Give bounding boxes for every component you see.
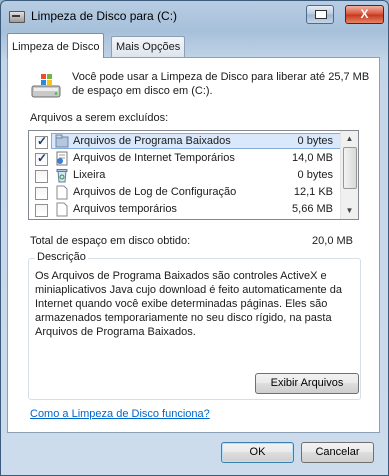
tab-panel: Você pode usar a Limpeza de Disco para l… [7,57,380,433]
list-item[interactable]: Arquivos de Log de Configuração 12,1 KB [29,184,341,201]
file-size: 14,0 MB [292,152,333,164]
disk-cleanup-window: Limpeza de Disco para (C:) X Limpeza de … [0,0,389,476]
scroll-up-icon[interactable]: ▲ [341,131,358,147]
file-name: Arquivos de Programa Baixados [73,135,231,147]
list-item[interactable]: Lixeira 0 bytes [29,167,341,184]
scroll-down-icon[interactable]: ▼ [341,203,358,219]
total-label: Total de espaço em disco obtido: [30,235,191,247]
checkbox[interactable] [35,134,48,149]
title-bar[interactable]: Limpeza de Disco para (C:) X [1,1,388,31]
file-size: 5,66 MB [292,203,333,215]
checkbox[interactable] [35,151,48,166]
file-name: Arquivos de Internet Temporários [73,152,235,164]
document-icon [56,185,68,200]
description-group: Descrição Os Arquivos de Programa Baixad… [28,251,361,400]
file-name: Arquivos temporários [73,203,177,215]
ok-button[interactable]: OK [221,442,294,463]
vertical-scrollbar[interactable]: ▲ ▼ [340,131,358,219]
file-size: 0 bytes [297,169,333,181]
help-icon [315,10,327,19]
files-label: Arquivos a serem excluídos: [30,112,169,124]
tab-limpeza-de-disco[interactable]: Limpeza de Disco [7,33,105,58]
scroll-thumb[interactable] [343,147,357,189]
checkbox[interactable] [35,170,48,183]
window-title: Limpeza de Disco para (C:) [31,9,178,23]
help-button[interactable] [306,5,334,24]
close-button[interactable]: X [345,5,384,24]
help-link[interactable]: Como a Limpeza de Disco funciona? [30,408,210,420]
file-size: 12,1 KB [293,186,333,198]
description-text: Os Arquivos de Programa Baixados são con… [35,270,342,338]
file-name: Arquivos de Log de Configuração [73,186,237,198]
checkbox[interactable] [35,204,48,217]
folder-icon [55,134,69,148]
checkbox[interactable] [35,187,48,200]
recycle-bin-icon [56,169,68,183]
description-title: Descrição [35,251,88,263]
total-value: 20,0 MB [312,235,353,247]
file-name: Lixeira [73,169,106,181]
list-item[interactable]: Arquivos de Programa Baixados 0 bytes [29,133,341,150]
document-icon [56,202,68,217]
internet-files-icon [56,151,68,166]
tab-strip: Limpeza de Disco Mais Opções [7,33,382,58]
files-list[interactable]: Arquivos de Programa Baixados 0 bytes Ar… [28,130,359,220]
view-files-button[interactable]: Exibir Arquivos [255,373,359,394]
file-size: 0 bytes [297,135,333,147]
drive-icon [31,74,61,98]
intro-text: Você pode usar a Limpeza de Disco para l… [72,71,370,97]
tab-mais-opcoes[interactable]: Mais Opções [111,36,186,57]
list-item[interactable]: Arquivos de Internet Temporários 14,0 MB [29,150,341,167]
drive-icon [9,11,25,23]
cancel-button[interactable]: Cancelar [301,442,374,463]
list-item[interactable]: Arquivos temporários 5,66 MB [29,201,341,218]
